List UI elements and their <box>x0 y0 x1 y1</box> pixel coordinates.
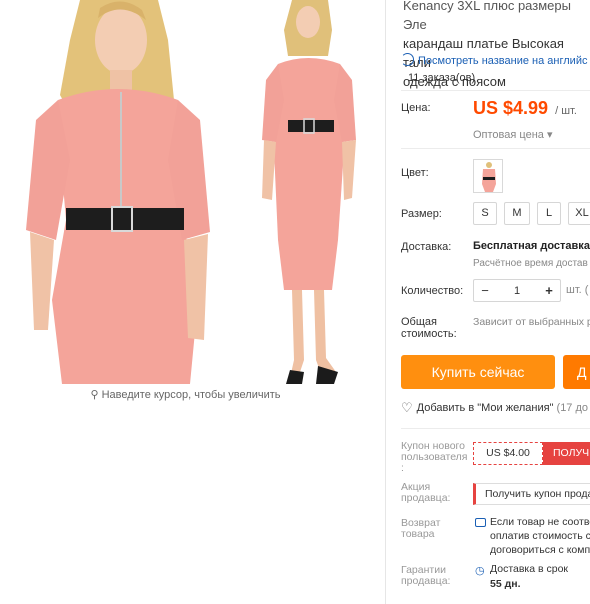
quantity-label: Количество: <box>401 285 464 297</box>
divider <box>401 428 590 429</box>
quantity-decrease-button[interactable]: − <box>474 283 496 298</box>
seller-promo-label: Акция продавца: <box>401 482 450 504</box>
refresh-icon <box>401 53 414 66</box>
price-unit: / шт. <box>555 105 577 117</box>
size-option-l[interactable]: L <box>537 202 561 225</box>
guarantee-label: Гарантии продавца: <box>401 565 450 587</box>
price-block: US $4.99 / шт. <box>473 98 577 119</box>
color-swatch[interactable] <box>473 159 503 193</box>
returns-label: Возврат товара <box>401 518 440 540</box>
wishlist-count: (17 до <box>556 402 589 414</box>
total-value: Зависит от выбранных р <box>473 316 590 328</box>
guarantee-days: 55 дн. <box>490 578 521 590</box>
wishlist-label: Добавить в "Мои желания" <box>416 402 554 414</box>
returns-label-2: товара <box>401 528 435 540</box>
returns-line-3: договориться с комп <box>490 544 590 556</box>
buy-now-button[interactable]: Купить сейчас <box>401 355 555 389</box>
price-label: Цена: <box>401 102 431 114</box>
seller-coupon-button[interactable]: Получить купон прода <box>473 483 590 505</box>
heart-plus-icon: ♡ <box>401 400 413 415</box>
color-swatch-thumbnail <box>482 162 496 192</box>
seller-promo-label-2: продавца: <box>401 492 451 504</box>
quantity-increase-button[interactable]: + <box>538 283 560 298</box>
dress-fullbody-photo <box>262 0 356 384</box>
shipping-label: Доставка: <box>401 241 452 253</box>
get-coupon-button[interactable]: ПОЛУЧ <box>543 442 590 465</box>
return-box-icon <box>475 518 486 527</box>
total-label: Общая стоимость: <box>401 316 457 340</box>
total-label-line-1: Общая <box>401 316 437 328</box>
add-to-cart-button[interactable]: Д <box>563 355 590 389</box>
secondary-product-image[interactable] <box>248 0 366 384</box>
new-user-coupon-value: US $4.00 <box>473 442 543 465</box>
size-option-m[interactable]: M <box>504 202 530 225</box>
price-value: US $4.99 <box>473 98 549 118</box>
quantity-input[interactable]: 1 <box>496 285 538 297</box>
guarantee-label-2: продавца: <box>401 575 451 587</box>
returns-line-1: Если товар не соотве <box>490 516 590 528</box>
divider <box>401 148 590 149</box>
translate-link[interactable]: Посмотреть название на английс <box>401 53 587 67</box>
zoom-hint-text: Наведите курсор, чтобы увеличить <box>101 389 281 401</box>
orders-count: 11 заказа(ов) <box>408 72 476 84</box>
divider <box>401 90 590 91</box>
add-to-wishlist[interactable]: ♡ Добавить в "Мои желания" (17 до <box>401 400 588 416</box>
new-user-coupon-label: Купон нового пользователя : <box>401 441 468 474</box>
shipping-estimate: Расчётное время достав <box>473 258 588 269</box>
returns-text: Если товар не соотве оплатив стоимость с… <box>490 515 590 557</box>
size-option-xl[interactable]: XL <box>568 202 590 225</box>
guarantee-delivery: Доставка в срок <box>490 563 569 575</box>
zoom-hint: ⚲ Наведите курсор, чтобы увеличить <box>18 388 353 401</box>
product-title-line-1: Kenancy 3XL плюс размеры Эле <box>403 0 571 32</box>
column-divider <box>385 0 386 604</box>
total-label-line-2: стоимость: <box>401 328 457 340</box>
quantity-stepper: − 1 + <box>473 279 561 302</box>
dress-model-photo <box>26 0 210 384</box>
clock-icon: ◷ <box>475 565 485 577</box>
main-product-image[interactable] <box>18 0 216 384</box>
color-label: Цвет: <box>401 167 429 179</box>
quantity-unit: шт. ( <box>566 284 589 296</box>
new-user-coupon-label-3: : <box>401 462 404 474</box>
size-label: Размер: <box>401 208 442 220</box>
magnifier-icon: ⚲ <box>90 389 99 401</box>
product-page: ⚲ Наведите курсор, чтобы увеличить Kenanc… <box>0 0 590 604</box>
wholesale-price-dropdown[interactable]: Оптовая цена ▾ <box>473 128 552 141</box>
size-option-s[interactable]: S <box>473 202 497 225</box>
returns-line-2: оплатив стоимость с <box>490 530 590 542</box>
translate-link-text: Посмотреть название на английс <box>418 55 588 67</box>
shipping-value[interactable]: Бесплатная доставка в <box>473 240 590 252</box>
new-user-coupon-label-2: пользователя <box>401 451 468 463</box>
